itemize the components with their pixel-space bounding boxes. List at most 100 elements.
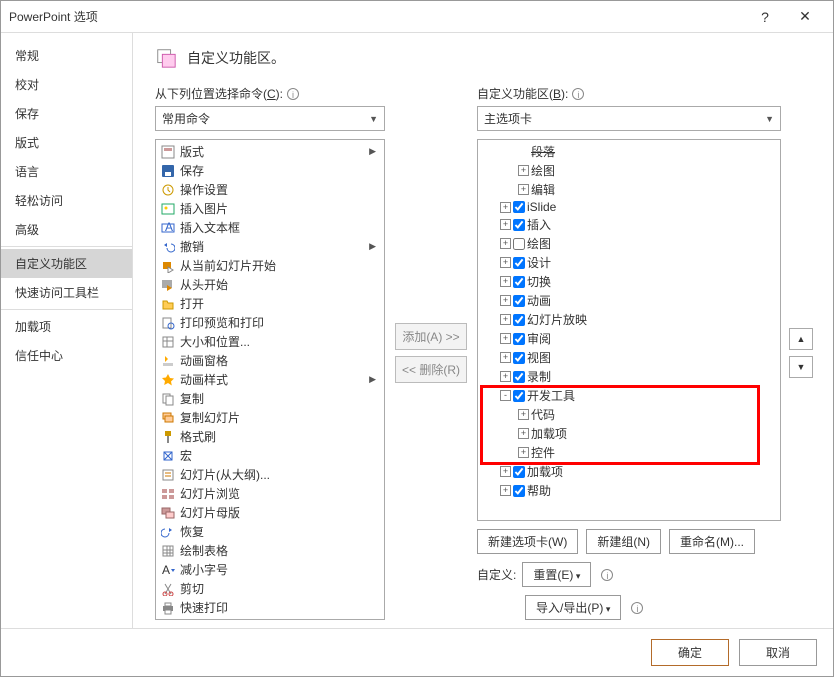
ok-button[interactable]: 确定 [651, 639, 729, 666]
category-item[interactable]: 常规 [1, 41, 132, 70]
tree-item[interactable]: +iSlide [478, 199, 780, 215]
command-item[interactable]: 大小和位置... [156, 332, 384, 351]
tree-item[interactable]: +审阅 [478, 329, 780, 348]
help-button[interactable]: ? [745, 9, 785, 25]
command-item[interactable]: 从头开始 [156, 275, 384, 294]
rename-button[interactable]: 重命名(M)... [669, 529, 755, 554]
tab-checkbox[interactable] [513, 219, 525, 231]
tree-item[interactable]: +控件 [478, 443, 780, 462]
new-tab-button[interactable]: 新建选项卡(W) [477, 529, 578, 554]
expand-toggle[interactable]: - [500, 390, 511, 401]
expand-toggle[interactable]: + [500, 257, 511, 268]
tree-item[interactable]: +视图 [478, 348, 780, 367]
reset-dropdown[interactable]: 重置(E) [522, 562, 591, 587]
command-item[interactable]: 宏 [156, 446, 384, 465]
command-item[interactable]: 插入图片 [156, 199, 384, 218]
expand-toggle[interactable]: + [500, 202, 511, 213]
expand-toggle[interactable]: + [500, 371, 511, 382]
tree-item[interactable]: +设计 [478, 253, 780, 272]
tree-item[interactable]: +帮助 [478, 481, 780, 500]
command-item[interactable]: 剪切 [156, 579, 384, 598]
info-icon[interactable]: i [572, 88, 584, 100]
command-item[interactable]: 复制幻灯片 [156, 408, 384, 427]
info-icon[interactable]: i [601, 569, 613, 581]
tree-item[interactable]: 段落 [478, 142, 780, 161]
command-item[interactable]: A减小字号 [156, 560, 384, 579]
tree-item[interactable]: +录制 [478, 367, 780, 386]
expand-toggle[interactable]: + [518, 447, 529, 458]
category-item[interactable]: 轻松访问 [1, 186, 132, 215]
remove-button[interactable]: << 删除(R) [395, 356, 467, 383]
command-item[interactable]: 恢复 [156, 522, 384, 541]
ribbon-tree[interactable]: 段落+绘图+编辑+iSlide+插入+绘图+设计+切换+动画+幻灯片放映+审阅+… [477, 139, 781, 521]
close-button[interactable]: ✕ [785, 8, 825, 25]
import-export-dropdown[interactable]: 导入/导出(P) [525, 595, 621, 620]
command-item[interactable]: 幻灯片母版 [156, 503, 384, 522]
tree-item[interactable]: +切换 [478, 272, 780, 291]
tree-item[interactable]: -开发工具 [478, 386, 780, 405]
command-item[interactable]: 幻灯片浏览 [156, 484, 384, 503]
add-button[interactable]: 添加(A) >> [395, 323, 467, 350]
expand-toggle[interactable]: + [500, 485, 511, 496]
tab-checkbox[interactable] [513, 333, 525, 345]
tree-item[interactable]: +代码 [478, 405, 780, 424]
tab-checkbox[interactable] [513, 466, 525, 478]
command-item[interactable]: 链接 [156, 617, 384, 620]
tab-checkbox[interactable] [513, 314, 525, 326]
expand-toggle[interactable]: + [518, 409, 529, 420]
tab-checkbox[interactable] [513, 276, 525, 288]
command-item[interactable]: 动画样式▶ [156, 370, 384, 389]
command-item[interactable]: 格式刷 [156, 427, 384, 446]
command-item[interactable]: 动画窗格 [156, 351, 384, 370]
command-item[interactable]: 快速打印 [156, 598, 384, 617]
category-item[interactable]: 高级 [1, 215, 132, 244]
expand-toggle[interactable]: + [500, 333, 511, 344]
command-item[interactable]: 撤销▶ [156, 237, 384, 256]
cancel-button[interactable]: 取消 [739, 639, 817, 666]
command-item[interactable]: 打印预览和打印 [156, 313, 384, 332]
tree-item[interactable]: +绘图 [478, 234, 780, 253]
expand-toggle[interactable]: + [500, 314, 511, 325]
expand-toggle[interactable]: + [500, 466, 511, 477]
move-down-button[interactable]: ▼ [789, 356, 813, 378]
category-item[interactable]: 版式 [1, 128, 132, 157]
new-group-button[interactable]: 新建组(N) [586, 529, 661, 554]
expand-toggle[interactable]: + [518, 428, 529, 439]
command-item[interactable]: 幻灯片(从大纲)... [156, 465, 384, 484]
expand-toggle[interactable]: + [518, 165, 529, 176]
expand-toggle[interactable]: + [500, 295, 511, 306]
tab-checkbox[interactable] [513, 371, 525, 383]
info-icon[interactable]: i [287, 88, 299, 100]
category-item[interactable]: 语言 [1, 157, 132, 186]
command-item[interactable]: 版式▶ [156, 142, 384, 161]
command-item[interactable]: A插入文本框 [156, 218, 384, 237]
move-up-button[interactable]: ▲ [789, 328, 813, 350]
category-item[interactable]: 校对 [1, 70, 132, 99]
expand-toggle[interactable]: + [518, 184, 529, 195]
tab-checkbox[interactable] [513, 390, 525, 402]
ribbon-tabs-dropdown[interactable]: 主选项卡▼ [477, 106, 781, 131]
tree-item[interactable]: +绘图 [478, 161, 780, 180]
command-item[interactable]: 复制 [156, 389, 384, 408]
tree-item[interactable]: +插入 [478, 215, 780, 234]
info-icon[interactable]: i [631, 602, 643, 614]
expand-toggle[interactable]: + [500, 219, 511, 230]
tab-checkbox[interactable] [513, 257, 525, 269]
tab-checkbox[interactable] [513, 238, 525, 250]
tab-checkbox[interactable] [513, 201, 525, 213]
command-item[interactable]: 操作设置 [156, 180, 384, 199]
tab-checkbox[interactable] [513, 352, 525, 364]
category-item[interactable]: 快速访问工具栏 [1, 278, 132, 307]
tree-item[interactable]: +加载项 [478, 424, 780, 443]
command-item[interactable]: 打开 [156, 294, 384, 313]
command-item[interactable]: 保存 [156, 161, 384, 180]
command-item[interactable]: 从当前幻灯片开始 [156, 256, 384, 275]
choose-commands-dropdown[interactable]: 常用命令▼ [155, 106, 385, 131]
tab-checkbox[interactable] [513, 295, 525, 307]
tree-item[interactable]: +加载项 [478, 462, 780, 481]
category-item[interactable]: 信任中心 [1, 341, 132, 370]
tree-item[interactable]: +动画 [478, 291, 780, 310]
category-item[interactable]: 加载项 [1, 312, 132, 341]
expand-toggle[interactable]: + [500, 238, 511, 249]
category-item[interactable]: 保存 [1, 99, 132, 128]
